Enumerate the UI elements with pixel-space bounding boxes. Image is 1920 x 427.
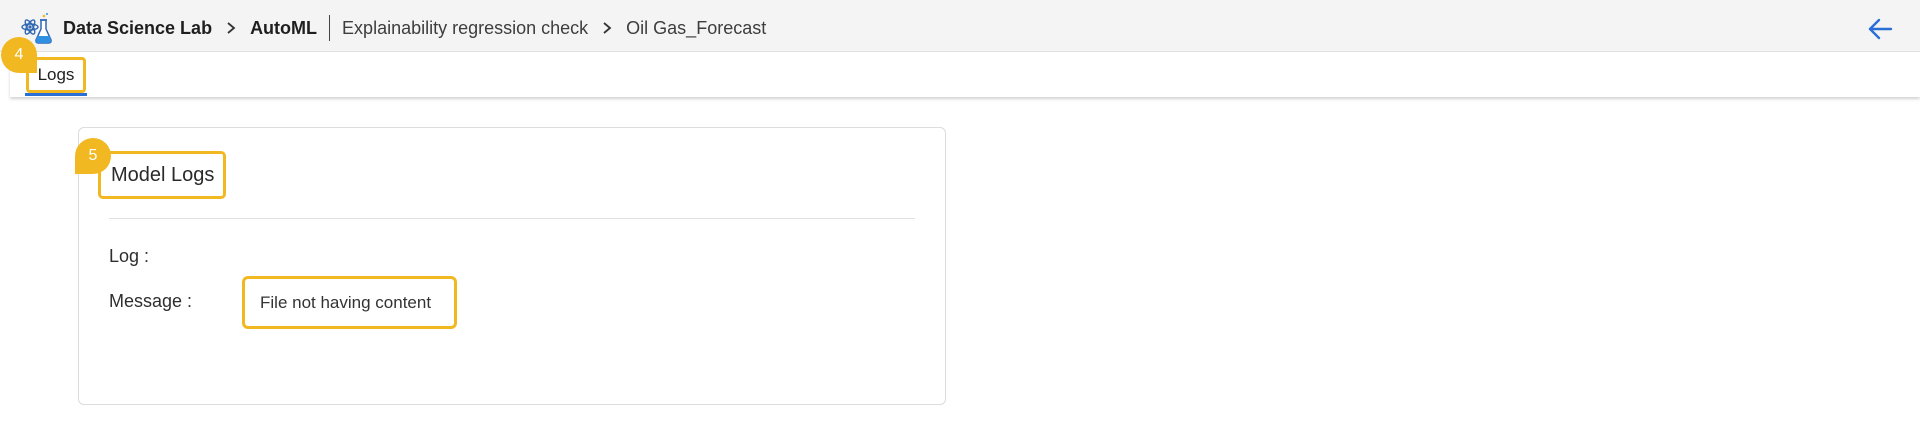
card-divider	[109, 218, 915, 219]
step-marker-4-label: 4	[14, 46, 24, 63]
message-value: File not having content	[260, 292, 432, 312]
arrow-left-icon[interactable]	[1865, 14, 1895, 44]
breadcrumb-divider	[329, 15, 331, 41]
step-marker-5-label: 5	[88, 147, 98, 164]
breadcrumb: Data Science Lab AutoML Explainability r…	[63, 15, 766, 41]
step-marker-5: 5	[75, 138, 111, 174]
top-header-bar: Data Science Lab AutoML Explainability r…	[0, 0, 1920, 52]
breadcrumb-module[interactable]: AutoML	[250, 16, 317, 40]
step-marker-4: 4	[1, 37, 37, 73]
chevron-right-icon	[603, 22, 612, 34]
app-page: Data Science Lab AutoML Explainability r…	[0, 0, 1920, 427]
breadcrumb-model: Oil Gas_Forecast	[626, 18, 767, 38]
card-title-text: Model Logs	[111, 163, 215, 186]
message-value-box: File not having content	[242, 276, 457, 329]
log-label: Log :	[109, 246, 150, 266]
message-label: Message :	[109, 291, 193, 311]
tab-strip	[10, 52, 1920, 97]
card-title: Model Logs	[98, 151, 226, 199]
active-tab-indicator	[25, 93, 87, 96]
tab-logs-label: Logs	[37, 65, 75, 84]
chevron-right-icon	[227, 22, 236, 34]
breadcrumb-workspace[interactable]: Data Science Lab	[63, 16, 212, 40]
breadcrumb-experiment[interactable]: Explainability regression check	[342, 16, 588, 40]
